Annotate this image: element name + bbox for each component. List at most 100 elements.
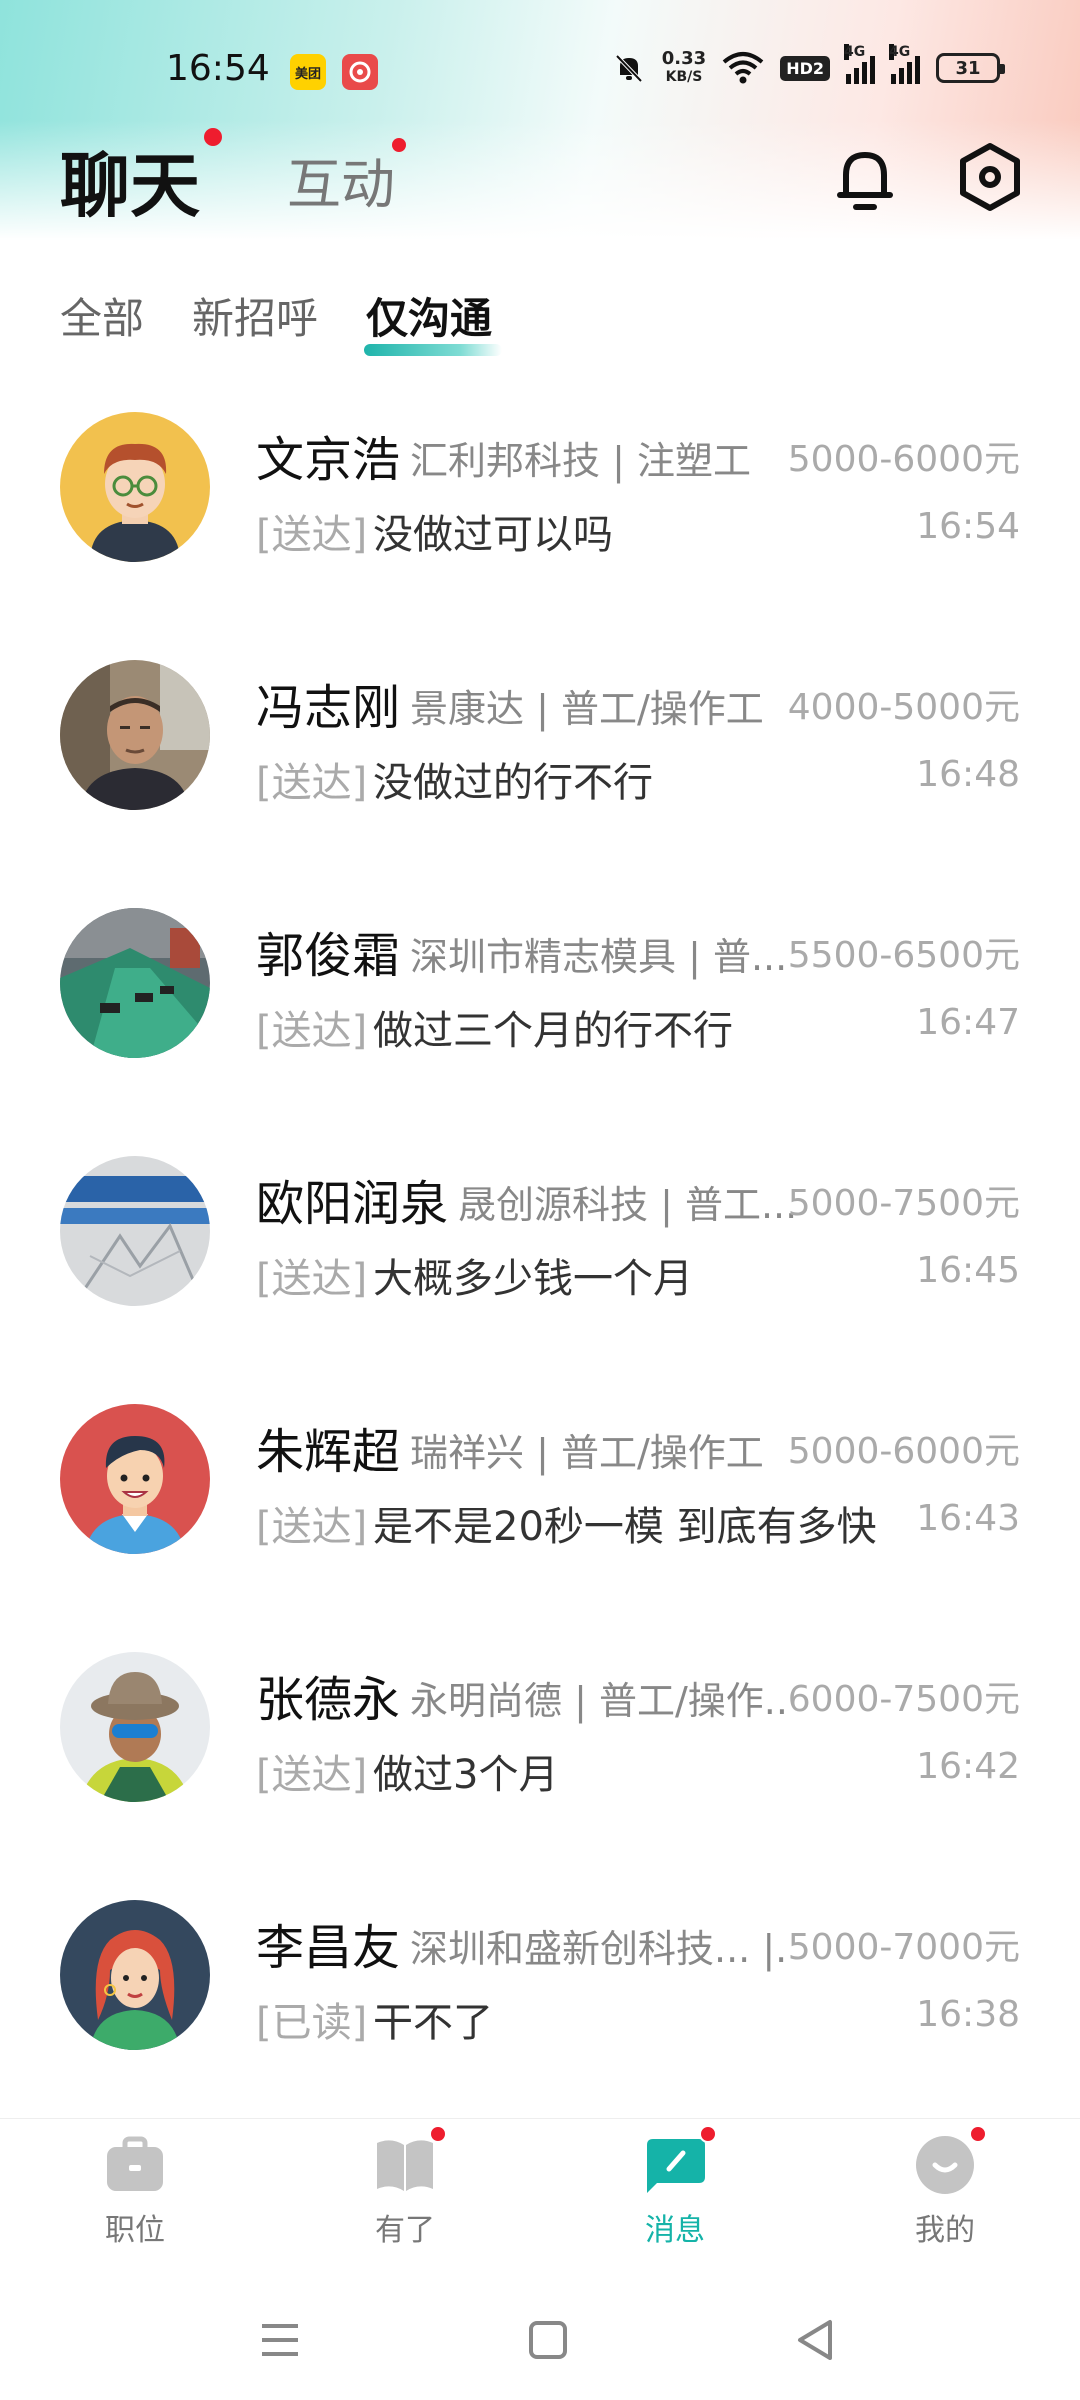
nav-have[interactable]: 有了 <box>325 2125 485 2249</box>
contact-name: 文京浩 <box>256 432 401 488</box>
nav-label: 我的 <box>915 2213 975 2248</box>
message-time: 16:43 <box>916 1498 1020 1539</box>
last-message: 做过3个月 <box>373 1752 559 1798</box>
last-message: 大概多少钱一个月 <box>373 1256 693 1302</box>
contact-name: 欧阳润泉 <box>256 1176 449 1232</box>
contact-name: 朱辉超 <box>256 1424 401 1480</box>
contact-name: 冯志刚 <box>256 680 401 736</box>
system-nav-bar <box>0 2280 1080 2400</box>
chat-tab-title[interactable]: 聊天 <box>60 130 200 231</box>
message-status: [送达] <box>256 1504 368 1550</box>
chat-item[interactable]: 李昌友 深圳和盛新创科技... |... 5000-7000元 [已读] 干不了… <box>0 1888 1080 2136</box>
avatar[interactable] <box>60 412 210 562</box>
nav-label: 消息 <box>645 2213 705 2248</box>
signal-icon-1: 4G <box>844 44 875 84</box>
company-position: 深圳和盛新创科技... |... <box>410 1927 790 1971</box>
nav-label: 有了 <box>375 2213 435 2248</box>
nav-profile[interactable]: 我的 <box>865 2125 1025 2249</box>
nav-jobs[interactable]: 职位 <box>55 2133 215 2249</box>
home-icon[interactable] <box>518 2310 578 2370</box>
nav-notification-dot <box>969 2125 987 2143</box>
salary-range: 5000-6000元 <box>787 439 1020 480</box>
message-time: 16:38 <box>916 1994 1020 2035</box>
last-message: 做过三个月的行不行 <box>373 1008 733 1054</box>
wifi-icon <box>722 51 764 85</box>
avatar[interactable] <box>60 1652 210 1802</box>
tab-all[interactable]: 全部 <box>60 285 144 346</box>
nav-notification-dot <box>429 2125 447 2143</box>
avatar[interactable] <box>60 1404 210 1554</box>
chat-list: 文京浩 汇利邦科技 | 注塑工 5000-6000元 [送达] 没做过可以吗 1… <box>0 400 1080 2136</box>
status-time: 16:54 <box>166 48 270 89</box>
chat-item[interactable]: 冯志刚 景康达 | 普工/操作工 4000-5000元 [送达] 没做过的行不行… <box>0 648 1080 896</box>
status-bar: 16:54 美团 0.33 KB/S HD2 4G 4G 31 <box>0 0 1080 140</box>
avatar[interactable] <box>60 1156 210 1306</box>
chat-item[interactable]: 朱辉超 瑞祥兴 | 普工/操作工 5000-6000元 [送达] 是不是20秒一… <box>0 1392 1080 1640</box>
message-status: [送达] <box>256 1256 368 1302</box>
contact-name: 张德永 <box>256 1672 401 1728</box>
message-icon <box>643 2125 717 2197</box>
interact-notification-dot <box>392 138 406 152</box>
last-message: 没做过的行不行 <box>373 760 653 806</box>
chat-item[interactable]: 文京浩 汇利邦科技 | 注塑工 5000-6000元 [送达] 没做过可以吗 1… <box>0 400 1080 648</box>
book-icon <box>373 2125 447 2197</box>
avatar[interactable] <box>60 908 210 1058</box>
nav-label: 职位 <box>105 2213 165 2248</box>
avatar[interactable] <box>60 1900 210 2050</box>
back-icon[interactable] <box>786 2310 846 2370</box>
salary-range: 5000-7000元 <box>787 1927 1020 1968</box>
contact-name: 郭俊霜 <box>256 928 401 984</box>
nav-messages[interactable]: 消息 <box>595 2125 755 2249</box>
message-time: 16:47 <box>916 1002 1020 1043</box>
last-message: 是不是20秒一模 到底有多快 <box>373 1504 877 1550</box>
chat-item[interactable]: 欧阳润泉 晟创源科技 | 普工... 5000-7500元 [送达] 大概多少钱… <box>0 1144 1080 1392</box>
bottom-nav: 职位 有了 消息 我的 <box>0 2118 1080 2278</box>
chat-item[interactable]: 张德永 永明尚德 | 普工/操作... 6000-7500元 [送达] 做过3个… <box>0 1640 1080 1888</box>
salary-range: 5000-6000元 <box>787 1431 1020 1472</box>
nav-notification-dot <box>699 2125 717 2143</box>
message-status: [送达] <box>256 760 368 806</box>
message-time: 16:42 <box>916 1746 1020 1787</box>
message-status: [送达] <box>256 1752 368 1798</box>
signal-icon-2: 4G <box>889 44 920 84</box>
salary-range: 5500-6500元 <box>787 935 1020 976</box>
message-time: 16:45 <box>916 1250 1020 1291</box>
company-position: 深圳市精志模具 | 普... <box>410 935 788 979</box>
net-speed-unit: KB/S <box>665 69 703 85</box>
message-time: 16:48 <box>916 754 1020 795</box>
avatar[interactable] <box>60 660 210 810</box>
bell-icon[interactable] <box>832 145 898 215</box>
red-app-icon <box>342 54 378 90</box>
company-position: 永明尚德 | 普工/操作... <box>410 1679 790 1723</box>
battery-icon: 31 <box>936 53 1005 83</box>
filter-tabs: 全部 新招呼 仅沟通 <box>60 285 503 356</box>
settings-icon[interactable] <box>955 140 1025 214</box>
profile-icon <box>913 2125 987 2197</box>
company-position: 景康达 | 普工/操作工 <box>410 687 764 731</box>
company-position: 汇利邦科技 | 注塑工 <box>410 439 751 483</box>
meituan-icon: 美团 <box>290 54 326 90</box>
interact-tab-title[interactable]: 互动 <box>287 140 395 219</box>
salary-range: 5000-7500元 <box>787 1183 1020 1224</box>
last-message: 干不了 <box>373 2000 493 2046</box>
network-type-label: 4G <box>889 44 911 60</box>
tab-communicated-only[interactable]: 仅沟通 <box>364 285 503 356</box>
company-position: 晟创源科技 | 普工... <box>458 1183 798 1227</box>
message-status: [送达] <box>256 512 368 558</box>
briefcase-icon <box>103 2133 167 2197</box>
tab-new-greeting[interactable]: 新招呼 <box>192 285 318 346</box>
net-speed: 0.33 KB/S <box>662 50 706 86</box>
salary-range: 4000-5000元 <box>787 687 1020 728</box>
chat-item[interactable]: 郭俊霜 深圳市精志模具 | 普... 5500-6500元 [送达] 做过三个月… <box>0 896 1080 1144</box>
message-status: [已读] <box>256 2000 368 2046</box>
message-status: [送达] <box>256 1008 368 1054</box>
chat-notification-dot <box>204 128 222 146</box>
last-message: 没做过可以吗 <box>373 512 613 558</box>
company-position: 瑞祥兴 | 普工/操作工 <box>410 1431 764 1475</box>
hd-badge: HD2 <box>780 55 830 81</box>
menu-icon[interactable] <box>250 2310 310 2370</box>
mute-bell-icon <box>612 51 646 85</box>
net-speed-value: 0.33 <box>661 48 707 69</box>
app-header: 聊天 互动 <box>0 120 1080 240</box>
salary-range: 6000-7500元 <box>787 1679 1020 1720</box>
